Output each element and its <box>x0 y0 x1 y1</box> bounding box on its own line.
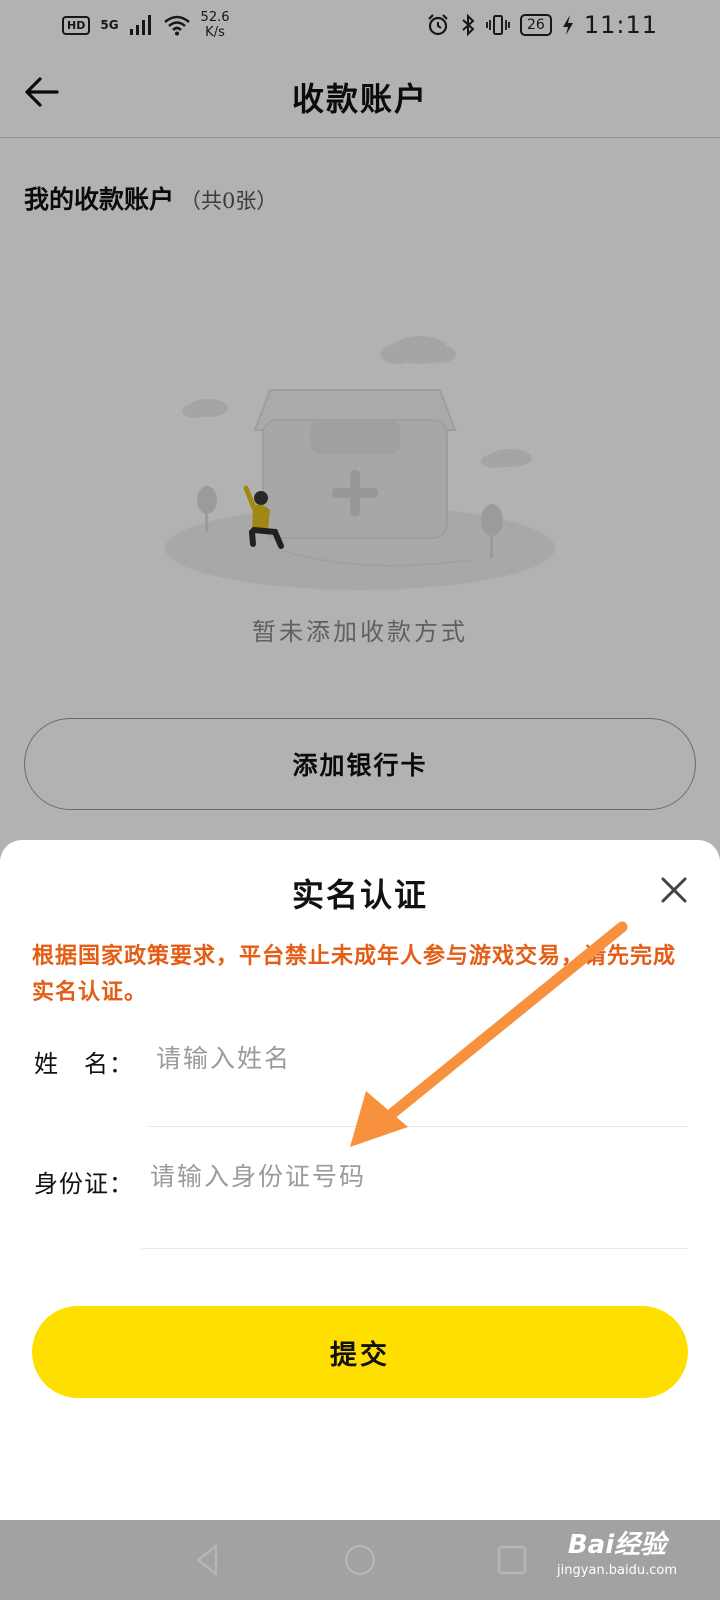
sheet-title: 实名认证 <box>291 876 428 914</box>
nav-home-icon[interactable] <box>342 1542 378 1578</box>
nav-back-icon[interactable] <box>190 1542 226 1578</box>
close-button[interactable] <box>656 872 692 908</box>
submit-button[interactable]: 提交 <box>32 1306 688 1398</box>
id-card-input[interactable] <box>150 1154 686 1198</box>
baidu-jingyan-watermark: Bai经验 jingyan.baidu.com <box>552 1528 682 1590</box>
annotation-arrow-icon <box>350 921 628 1147</box>
nav-recents-icon[interactable] <box>494 1542 530 1578</box>
close-icon <box>661 877 687 903</box>
id-card-divider <box>142 1248 688 1249</box>
watermark-brand: Bai经验 <box>567 1530 667 1560</box>
name-label: 姓 名： <box>34 1050 134 1078</box>
watermark-domain: jingyan.baidu.com <box>557 1563 677 1578</box>
id-card-label: 身份证： <box>34 1170 134 1198</box>
